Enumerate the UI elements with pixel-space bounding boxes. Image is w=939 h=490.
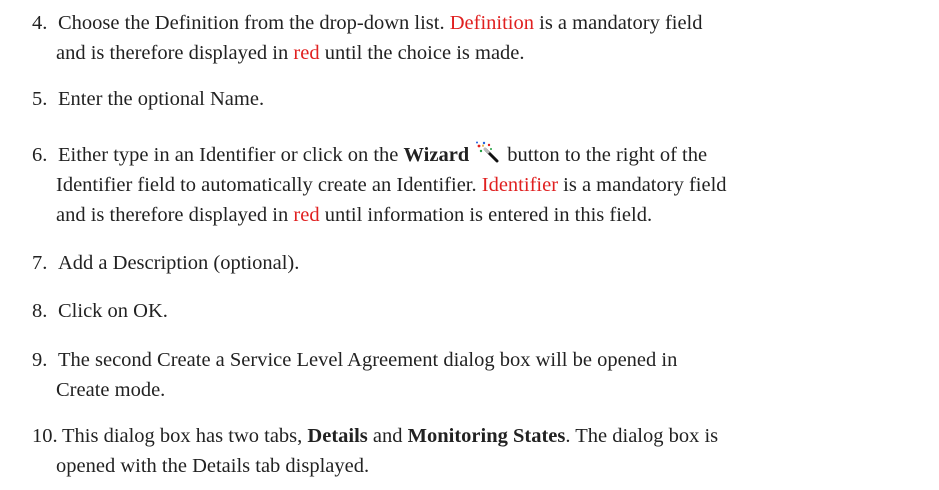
- red-word: red: [293, 42, 320, 64]
- step-6-line-2: Identifier field to automatically create…: [32, 170, 912, 200]
- step-text: The second Create a Service Level Agreem…: [58, 349, 678, 371]
- step-text: Create mode.: [56, 379, 166, 401]
- step-text: . The dialog box is: [565, 425, 719, 447]
- monitoring-states-tab-label: Monitoring States: [407, 425, 566, 447]
- step-text: button to the right of the: [507, 144, 708, 166]
- step-text: Click on OK.: [58, 300, 168, 322]
- step-8: 8. Click on OK.: [32, 296, 912, 326]
- mandatory-field-name: Identifier: [481, 174, 559, 196]
- wizard-wand-icon: [475, 141, 501, 163]
- step-5-line-1: 5. Enter the optional Name.: [32, 84, 912, 114]
- step-number: 6.: [32, 144, 48, 166]
- step-6: 6. Either type in an Identifier or click …: [32, 140, 912, 230]
- step-7-line-1: 7. Add a Description (optional).: [32, 248, 912, 278]
- details-tab-label: Details: [307, 425, 368, 447]
- step-text: and: [367, 425, 408, 447]
- step-6-line-1: 6. Either type in an Identifier or click …: [32, 140, 912, 170]
- red-word: red: [293, 204, 320, 226]
- step-text: Either type in an Identifier or click on…: [58, 144, 404, 166]
- step-10-line-2: opened with the Details tab displayed.: [32, 451, 912, 481]
- step-text: until information is entered in this fie…: [319, 204, 653, 226]
- step-4-line-1: 4. Choose the Definition from the drop-do…: [32, 8, 912, 38]
- step-number: 10.: [32, 425, 58, 447]
- step-text: Identifier field to automatically create…: [56, 174, 482, 196]
- step-text: and is therefore displayed in: [56, 42, 294, 64]
- step-9: 9. The second Create a Service Level Agre…: [32, 345, 912, 405]
- step-number: 4.: [32, 12, 48, 34]
- step-number: 7.: [32, 252, 48, 274]
- wizard-label: Wizard: [403, 144, 470, 166]
- step-5: 5. Enter the optional Name.: [32, 84, 912, 114]
- mandatory-field-name: Definition: [449, 12, 534, 34]
- step-text: This dialog box has two tabs,: [62, 425, 308, 447]
- step-number: 8.: [32, 300, 48, 322]
- step-10-line-1: 10. This dialog box has two tabs, Details…: [32, 421, 912, 451]
- step-10: 10. This dialog box has two tabs, Details…: [32, 421, 912, 481]
- step-4: 4. Choose the Definition from the drop-do…: [32, 8, 912, 68]
- document-page: 4. Choose the Definition from the drop-do…: [0, 0, 939, 490]
- step-text: opened with the Details tab displayed.: [56, 455, 370, 477]
- step-text: until the choice is made.: [319, 42, 525, 64]
- step-text: Choose the Definition from the drop-down…: [58, 12, 450, 34]
- step-8-line-1: 8. Click on OK.: [32, 296, 912, 326]
- step-text: Add a Description (optional).: [58, 252, 300, 274]
- step-6-line-3: and is therefore displayed in red until …: [32, 200, 912, 230]
- step-9-line-1: 9. The second Create a Service Level Agre…: [32, 345, 912, 375]
- step-text: and is therefore displayed in: [56, 204, 294, 226]
- step-text: is a mandatory field: [534, 12, 703, 34]
- step-number: 5.: [32, 88, 48, 110]
- step-number: 9.: [32, 349, 48, 371]
- step-4-line-2: and is therefore displayed in red until …: [32, 38, 912, 68]
- step-text: Enter the optional Name.: [58, 88, 265, 110]
- step-text: is a mandatory field: [558, 174, 727, 196]
- step-7: 7. Add a Description (optional).: [32, 248, 912, 278]
- step-9-line-2: Create mode.: [32, 375, 912, 405]
